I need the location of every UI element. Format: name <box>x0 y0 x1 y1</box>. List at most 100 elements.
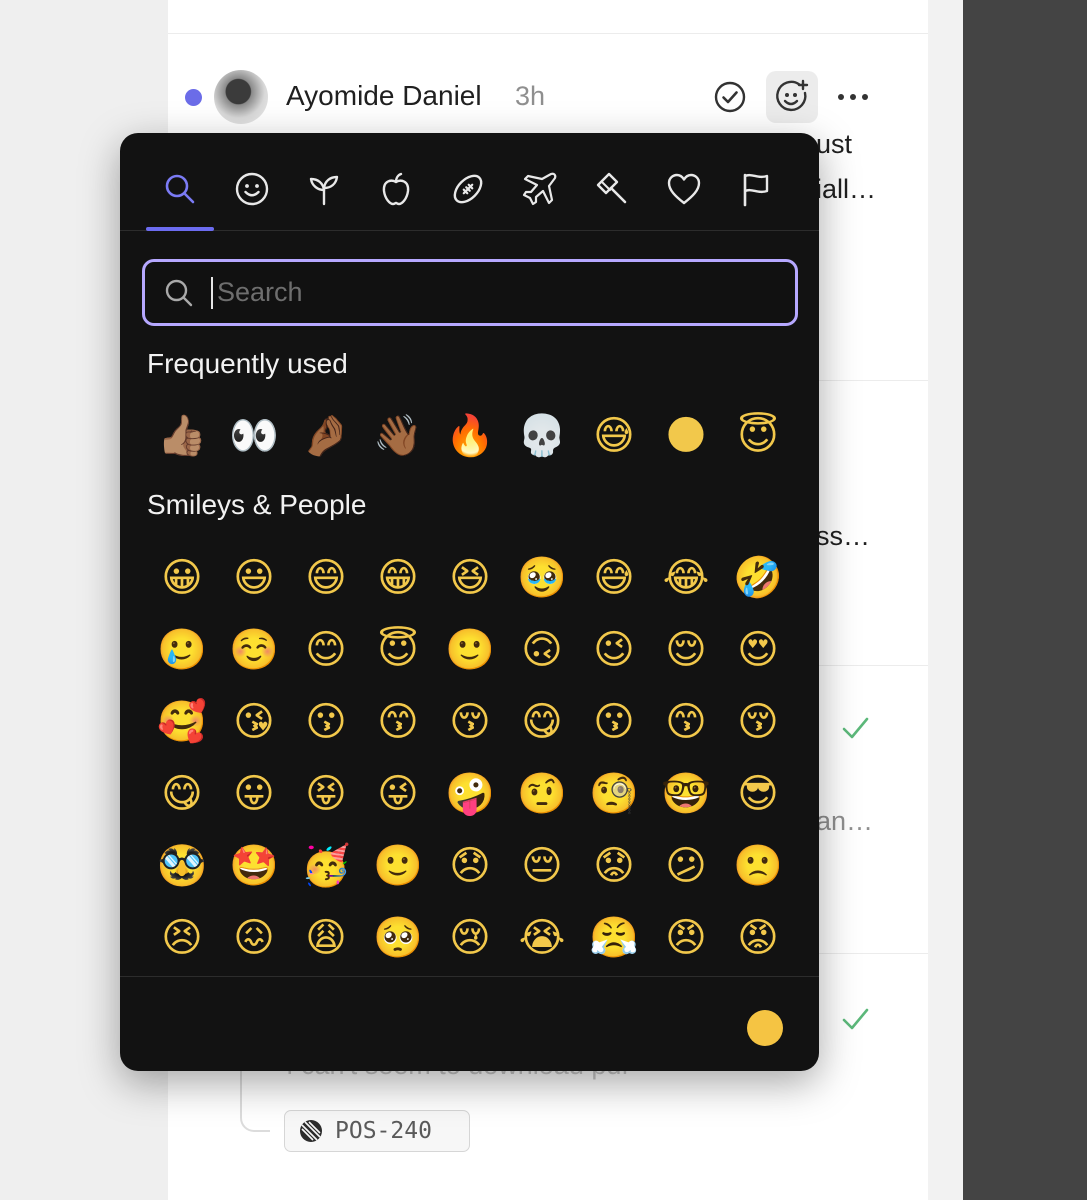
emoji-button[interactable]: 🙂 <box>434 614 506 686</box>
avatar[interactable] <box>214 70 268 124</box>
emoji-button[interactable]: 🔥 <box>434 400 506 472</box>
search-icon <box>165 279 193 306</box>
emoji-button[interactable]: 😤 <box>578 902 650 974</box>
emoji-button[interactable]: 😍 <box>722 614 794 686</box>
emoji-button[interactable]: 🌑 <box>650 400 722 472</box>
emoji-button[interactable]: 😁 <box>362 542 434 614</box>
emoji-button[interactable]: 👀 <box>218 400 290 472</box>
emoji-button[interactable]: 😚 <box>722 686 794 758</box>
tab-food[interactable] <box>370 163 422 215</box>
emoji-button[interactable]: 😗 <box>578 686 650 758</box>
emoji-button[interactable]: 😀 <box>146 542 218 614</box>
emoji-button[interactable]: 🥺 <box>362 902 434 974</box>
emoji-button[interactable]: 🥰 <box>146 686 218 758</box>
emoji-button[interactable]: 😞 <box>434 830 506 902</box>
emoji-button[interactable]: 🥹 <box>506 542 578 614</box>
text-caret <box>211 276 213 309</box>
tab-objects[interactable] <box>586 163 638 215</box>
emoji-button[interactable]: 😖 <box>218 902 290 974</box>
tab-smileys[interactable] <box>226 163 278 215</box>
tab-search[interactable] <box>154 163 206 215</box>
emoji-button[interactable]: 😚 <box>434 686 506 758</box>
emoji-picker: Frequently used 👍🏽👀🤌🏾👋🏾🔥💀😅🌑😇 Smileys & P… <box>120 133 819 1071</box>
emoji-button[interactable]: 😙 <box>650 686 722 758</box>
emoji-button[interactable]: 😇 <box>722 400 794 472</box>
emoji-button[interactable]: 😛 <box>218 758 290 830</box>
resolve-button[interactable] <box>708 74 752 120</box>
smileys-grid: 😀 😃 😄 😁 😆 🥹 😅 😂 🤣 🥲 ☺️ 😊 😇 🙂 🙃 😉 😌 😍 🥰 😘 😗 😙 😚 😋 😗 😙 😚 😋 😛 😝 😜 🤪 🤨 🧐 🤓 😎 🥸 🤩 🥳… <box>146 542 794 974</box>
emoji-button[interactable]: 😇 <box>362 614 434 686</box>
emoji-button[interactable]: 🙂 <box>362 830 434 902</box>
page-gutter <box>928 0 963 1200</box>
emoji-button[interactable]: 🙁 <box>722 830 794 902</box>
emoji-button[interactable]: 😌 <box>650 614 722 686</box>
emoji-button[interactable]: 😡 <box>722 902 794 974</box>
emoji-button[interactable]: 😎 <box>722 758 794 830</box>
emoji-button[interactable]: 😙 <box>362 686 434 758</box>
emoji-search-field[interactable] <box>142 259 798 326</box>
picker-footer <box>120 976 819 1071</box>
linear-logo-icon <box>300 1120 322 1142</box>
emoji-search-input[interactable] <box>217 277 777 308</box>
emoji-button[interactable]: 🥸 <box>146 830 218 902</box>
emoji-button[interactable]: 🤪 <box>434 758 506 830</box>
tab-nature[interactable] <box>298 163 350 215</box>
author-name[interactable]: Ayomide Daniel <box>286 80 482 112</box>
emoji-button[interactable]: 🤓 <box>650 758 722 830</box>
tab-symbols[interactable] <box>658 163 710 215</box>
tab-activities[interactable] <box>442 163 494 215</box>
emoji-button[interactable]: 😆 <box>434 542 506 614</box>
comment-text-fragment: ust <box>816 129 853 159</box>
emoji-button[interactable]: 😅 <box>578 542 650 614</box>
emoji-button[interactable]: 😂 <box>650 542 722 614</box>
emoji-button[interactable]: 👋🏾 <box>362 400 434 472</box>
emoji-button[interactable]: 😋 <box>506 686 578 758</box>
thread-connector <box>240 1070 270 1132</box>
emoji-button[interactable]: 🥲 <box>146 614 218 686</box>
comment-text-fragment: an… <box>816 806 874 836</box>
emoji-button[interactable]: 💀 <box>506 400 578 472</box>
smiley-icon <box>235 172 269 206</box>
emoji-button[interactable]: 🤨 <box>506 758 578 830</box>
tab-travel[interactable] <box>514 163 566 215</box>
emoji-button[interactable]: 🥳 <box>290 830 362 902</box>
emoji-button[interactable]: 😃 <box>218 542 290 614</box>
emoji-button[interactable]: 😭 <box>506 902 578 974</box>
emoji-button[interactable]: 😢 <box>434 902 506 974</box>
emoji-button[interactable]: 😟 <box>578 830 650 902</box>
more-options-button[interactable] <box>830 74 876 120</box>
emoji-button[interactable]: 😊 <box>290 614 362 686</box>
checkmark-icon[interactable] <box>840 713 870 743</box>
tab-flags[interactable] <box>730 163 782 215</box>
emoji-button[interactable]: 😕 <box>650 830 722 902</box>
ticket-chip[interactable]: POS-240 <box>284 1110 470 1152</box>
emoji-button[interactable]: 🧐 <box>578 758 650 830</box>
emoji-button[interactable]: 😋 <box>146 758 218 830</box>
emoji-button[interactable]: 😉 <box>578 614 650 686</box>
emoji-button[interactable]: 😗 <box>290 686 362 758</box>
airplane-icon <box>522 172 557 206</box>
emoji-button[interactable]: 😅 <box>578 400 650 472</box>
emoji-button[interactable]: 🤌🏾 <box>290 400 362 472</box>
emoji-button[interactable]: ☺️ <box>218 614 290 686</box>
emoji-button[interactable]: 😜 <box>362 758 434 830</box>
emoji-button[interactable]: 😠 <box>650 902 722 974</box>
frequently-used-grid: 👍🏽 👀 🤌🏾 👋🏾 🔥 💀 😅 🌑 😇 <box>146 400 794 472</box>
emoji-button[interactable]: 👍🏽 <box>146 400 218 472</box>
emoji-button[interactable]: 🤣 <box>722 542 794 614</box>
emoji-button[interactable]: 😔 <box>506 830 578 902</box>
emoji-button[interactable]: 😘 <box>218 686 290 758</box>
emoji-button[interactable]: 😣 <box>146 902 218 974</box>
emoji-button[interactable]: 🙃 <box>506 614 578 686</box>
emoji-button[interactable]: 😩 <box>290 902 362 974</box>
emoji-button[interactable]: 😝 <box>290 758 362 830</box>
heart-icon <box>667 173 701 205</box>
football-icon <box>453 174 483 204</box>
emoji-button[interactable]: 🤩 <box>218 830 290 902</box>
sprout-icon <box>309 175 339 206</box>
emoji-button[interactable]: 😄 <box>290 542 362 614</box>
add-reaction-button[interactable] <box>766 71 818 123</box>
hammer-icon <box>596 172 627 204</box>
checkmark-icon[interactable] <box>840 1004 870 1034</box>
skin-tone-selector[interactable] <box>747 1010 783 1046</box>
